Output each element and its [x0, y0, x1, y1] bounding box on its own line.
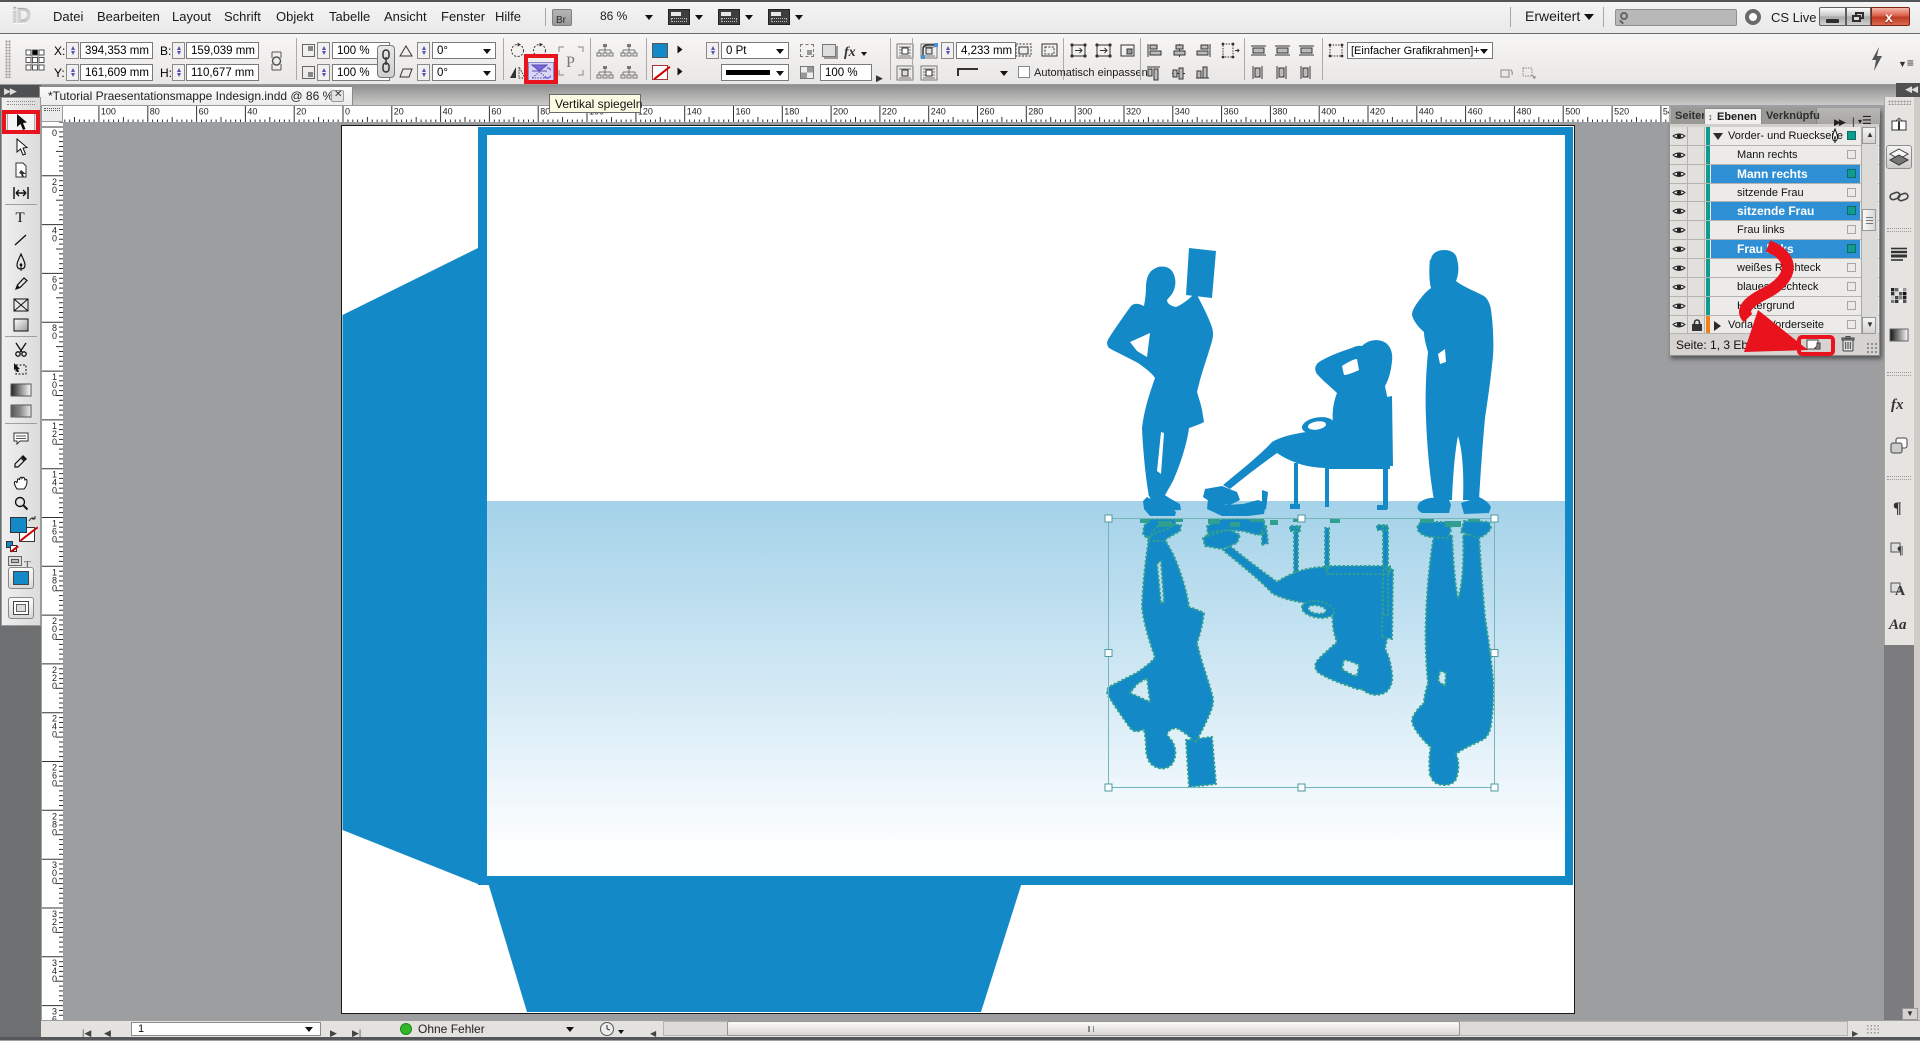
- svg-text:0: 0: [52, 925, 57, 935]
- svg-text:40: 40: [443, 107, 453, 117]
- svg-text:0: 0: [52, 681, 57, 691]
- svg-text:320: 320: [1126, 107, 1141, 117]
- svg-text:20: 20: [394, 107, 404, 117]
- svg-text:280: 280: [1028, 107, 1043, 117]
- svg-text:40: 40: [247, 107, 257, 117]
- svg-text:480: 480: [1516, 107, 1531, 117]
- svg-text:460: 460: [1468, 107, 1483, 117]
- svg-text:0: 0: [52, 234, 57, 244]
- svg-text:180: 180: [784, 107, 799, 117]
- svg-text:0: 0: [52, 632, 57, 642]
- svg-text:0: 0: [52, 282, 57, 292]
- svg-text:0: 0: [52, 535, 57, 545]
- svg-text:0: 0: [52, 331, 57, 341]
- svg-text:0: 0: [52, 388, 57, 398]
- svg-text:240: 240: [931, 107, 946, 117]
- svg-text:160: 160: [736, 107, 751, 117]
- svg-text:340: 340: [1175, 107, 1190, 117]
- svg-text:0: 0: [52, 876, 57, 886]
- svg-text:60: 60: [199, 107, 209, 117]
- svg-text:440: 440: [1419, 107, 1434, 117]
- svg-text:¶: ¶: [1897, 543, 1903, 557]
- svg-text:200: 200: [833, 107, 848, 117]
- svg-text:140: 140: [687, 107, 702, 117]
- svg-text:0: 0: [52, 437, 57, 447]
- svg-text:0: 0: [52, 486, 57, 496]
- svg-text:20: 20: [296, 107, 306, 117]
- svg-text:fx: fx: [1891, 397, 1904, 412]
- svg-text:A: A: [1895, 584, 1906, 598]
- svg-text:0: 0: [52, 974, 57, 984]
- svg-text:0: 0: [52, 128, 57, 138]
- svg-text:360: 360: [1224, 107, 1239, 117]
- svg-text:0: 0: [52, 730, 57, 740]
- svg-text:400: 400: [1321, 107, 1336, 117]
- svg-text:220: 220: [882, 107, 897, 117]
- svg-text:0: 0: [52, 827, 57, 837]
- svg-text:¶: ¶: [1893, 500, 1902, 517]
- svg-text:P: P: [566, 54, 575, 71]
- svg-text:420: 420: [1370, 107, 1385, 117]
- svg-text:0: 0: [345, 107, 350, 117]
- svg-text:260: 260: [980, 107, 995, 117]
- svg-text:520: 520: [1614, 107, 1629, 117]
- svg-text:100: 100: [101, 107, 116, 117]
- svg-text:80: 80: [150, 107, 160, 117]
- svg-text:60: 60: [491, 107, 501, 117]
- svg-text:380: 380: [1272, 107, 1287, 117]
- svg-text:Aa: Aa: [1888, 617, 1907, 632]
- svg-text:T: T: [16, 210, 25, 225]
- svg-text:0: 0: [52, 583, 57, 593]
- svg-text:0: 0: [52, 185, 57, 195]
- svg-text:0: 0: [52, 779, 57, 789]
- svg-text:300: 300: [1077, 107, 1092, 117]
- svg-text:500: 500: [1565, 107, 1580, 117]
